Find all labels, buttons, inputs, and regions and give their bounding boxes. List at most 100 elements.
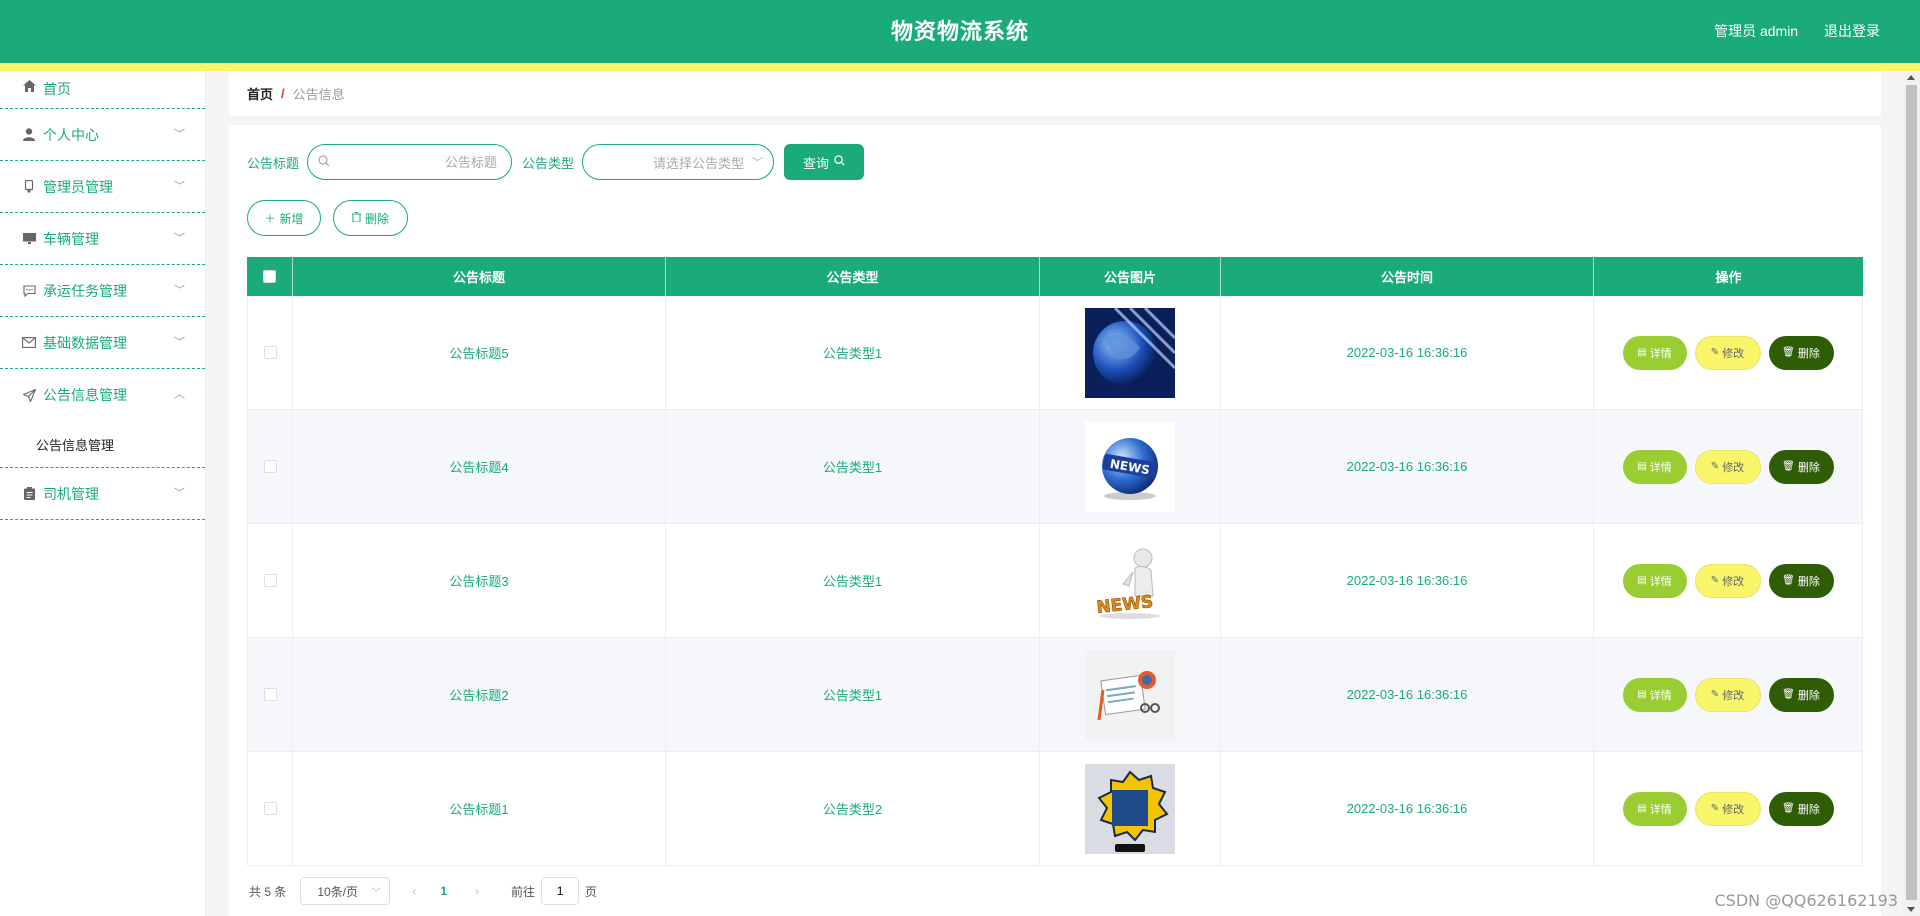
edit-button[interactable]: ✎ 修改 xyxy=(1694,791,1761,826)
query-button[interactable]: 查询 xyxy=(784,144,865,180)
chevron-down-icon: ﹀ xyxy=(371,887,382,899)
sidebar-item-transport-tasks[interactable]: 承运任务管理 ﹀ xyxy=(0,265,205,317)
row-checkbox[interactable] xyxy=(263,688,277,701)
delete-label: 删除 xyxy=(1797,347,1820,360)
plus-icon: ＋ xyxy=(264,213,276,225)
actions-cell: ▤ 详情 ✎ 修改 🗑 删除 xyxy=(1594,296,1863,409)
user-area: 管理员 admin 退出登录 xyxy=(1692,0,1880,63)
title-cell: 公告标题1 xyxy=(293,752,666,865)
send-icon xyxy=(22,388,36,402)
sidebar-item-drivers[interactable]: 司机管理 ﹀ xyxy=(0,468,205,520)
document-icon: ▤ xyxy=(1637,461,1647,472)
sidebar-item-admin[interactable]: 管理员管理 ﹀ xyxy=(0,161,205,213)
type-select-placeholder: 请选择公告类型 xyxy=(653,155,745,171)
delete-button[interactable]: 🗑 删除 xyxy=(1768,791,1834,826)
title-search-field[interactable] xyxy=(307,144,513,180)
edit-button[interactable]: ✎ 修改 xyxy=(1694,449,1761,484)
title-cell: 公告标题5 xyxy=(293,296,666,409)
column-header: 公告标题 xyxy=(293,257,666,296)
row-checkbox[interactable] xyxy=(263,574,277,587)
sidebar-item-base-data[interactable]: 基础数据管理 ﹀ xyxy=(0,317,205,369)
edit-button[interactable]: ✎ 修改 xyxy=(1694,563,1761,598)
actions-cell: ▤ 详情 ✎ 修改 🗑 删除 xyxy=(1594,524,1863,637)
column-header: 操作 xyxy=(1715,270,1742,285)
table-row: 公告标题5 公告类型1 2022-03-16 16:36:16 ▤ 详情 ✎ 修改 … xyxy=(247,296,1863,410)
breadcrumb-home[interactable]: 首页 xyxy=(247,84,273,103)
image-cell: NEWS xyxy=(1040,524,1221,637)
news-globe-image[interactable]: NEWS xyxy=(1085,421,1175,512)
table-row: 公告标题3 公告类型1 NEWS 2022-03-16 16:36:16 ▤ 详情… xyxy=(247,524,1863,638)
edit-button[interactable]: ✎ 修改 xyxy=(1694,677,1761,712)
title-search-input[interactable] xyxy=(330,154,498,170)
detail-button[interactable]: ▤ 详情 xyxy=(1622,677,1687,712)
delete-button[interactable]: 🗑 删除 xyxy=(1768,335,1834,370)
add-button[interactable]: ＋ 新增 xyxy=(247,200,321,236)
trash-icon: 🗑 xyxy=(1782,347,1795,358)
sidebar-item-profile[interactable]: 个人中心 ﹀ xyxy=(0,109,205,161)
image-cell xyxy=(1040,638,1221,751)
delete-label: 删除 xyxy=(1797,689,1820,702)
page-number[interactable]: 1 xyxy=(440,884,447,898)
row-select-cell xyxy=(247,410,293,523)
type-select[interactable]: 请选择公告类型 ﹀ xyxy=(582,144,775,180)
news-figure-image[interactable]: NEWS xyxy=(1085,535,1175,626)
row-select-cell xyxy=(247,296,293,409)
search-form: 公告标题 公告类型 请选择公告类型 ﹀ 查询 xyxy=(247,144,865,180)
submenu-notice-management[interactable]: 公告信息管理 xyxy=(0,421,205,467)
time-cell: 2022-03-16 16:36:16 xyxy=(1221,410,1594,523)
delete-label: 删除 xyxy=(1797,803,1820,816)
header-select-all[interactable] xyxy=(247,257,293,296)
globe-network-image[interactable] xyxy=(1085,307,1175,398)
delete-button[interactable]: 🗑 删除 xyxy=(1768,563,1834,598)
sidebar-item-label: 基础数据管理 xyxy=(43,334,127,351)
logout-button[interactable]: 退出登录 xyxy=(1824,23,1880,39)
select-all-checkbox[interactable] xyxy=(263,270,276,283)
detail-button[interactable]: ▤ 详情 xyxy=(1622,449,1687,484)
next-page-icon[interactable]: › xyxy=(475,884,479,898)
type-cell: 公告类型1 xyxy=(666,410,1040,523)
edit-button[interactable]: ✎ 修改 xyxy=(1694,335,1761,370)
sidebar-item-notices[interactable]: 公告信息管理 ︿ xyxy=(0,369,205,421)
document-icon: ▤ xyxy=(1637,575,1647,586)
pencil-icon: ✎ xyxy=(1710,461,1720,472)
delete-button[interactable]: 🗑 删除 xyxy=(1768,449,1834,484)
pencil-icon: ✎ xyxy=(1710,575,1720,586)
page-size-select[interactable]: 10条/页 ﹀ xyxy=(300,877,391,905)
delete-label: 删除 xyxy=(1797,461,1820,474)
type-cell: 公告类型1 xyxy=(666,524,1040,637)
delete-button[interactable]: 🗑 删除 xyxy=(1768,677,1834,712)
sidebar-item-home[interactable]: 首页 xyxy=(0,71,205,109)
trash-icon: 🗑 xyxy=(1782,803,1795,814)
goto-page-input[interactable] xyxy=(541,877,580,905)
page-suffix: 页 xyxy=(585,884,598,899)
edit-label: 修改 xyxy=(1722,803,1745,816)
detail-button[interactable]: ▤ 详情 xyxy=(1622,335,1687,370)
scrollbar-thumb[interactable] xyxy=(1906,85,1917,900)
batch-delete-button[interactable]: 删除 xyxy=(333,200,408,236)
chevron-down-icon: ﹀ xyxy=(174,127,185,140)
scrollbar[interactable] xyxy=(1903,71,1920,916)
scroll-down-icon[interactable] xyxy=(1907,907,1915,912)
detail-button[interactable]: ▤ 详情 xyxy=(1622,563,1687,598)
row-checkbox[interactable] xyxy=(263,802,277,815)
time-cell: 2022-03-16 16:36:16 xyxy=(1221,752,1594,865)
chevron-down-icon: ﹀ xyxy=(752,157,764,169)
scroll-up-icon[interactable] xyxy=(1907,75,1915,80)
time-cell: 2022-03-16 16:36:16 xyxy=(1221,524,1594,637)
row-checkbox[interactable] xyxy=(263,460,277,473)
breaking-news-image[interactable] xyxy=(1085,763,1175,854)
delete-label: 删除 xyxy=(1797,575,1820,588)
detail-button[interactable]: ▤ 详情 xyxy=(1622,791,1687,826)
newspaper-image[interactable] xyxy=(1085,649,1175,740)
sidebar: 首页 个人中心 ﹀ 管理员管理 ﹀ 车辆管理 ﹀ 承运任务管理 ﹀ 基础数据管理… xyxy=(0,71,206,916)
sidebar-item-vehicles[interactable]: 车辆管理 ﹀ xyxy=(0,213,205,265)
user-name[interactable]: 管理员 admin xyxy=(1714,23,1798,39)
edit-label: 修改 xyxy=(1722,347,1745,360)
watermark: CSDN @QQ626162193 xyxy=(1714,891,1898,910)
sidebar-item-label: 公告信息管理 xyxy=(43,387,127,403)
trash-icon xyxy=(351,211,361,225)
trash-icon: 🗑 xyxy=(1782,461,1795,472)
prev-page-icon[interactable]: ‹ xyxy=(412,884,416,898)
query-button-label: 查询 xyxy=(803,155,830,171)
row-checkbox[interactable] xyxy=(263,346,277,359)
